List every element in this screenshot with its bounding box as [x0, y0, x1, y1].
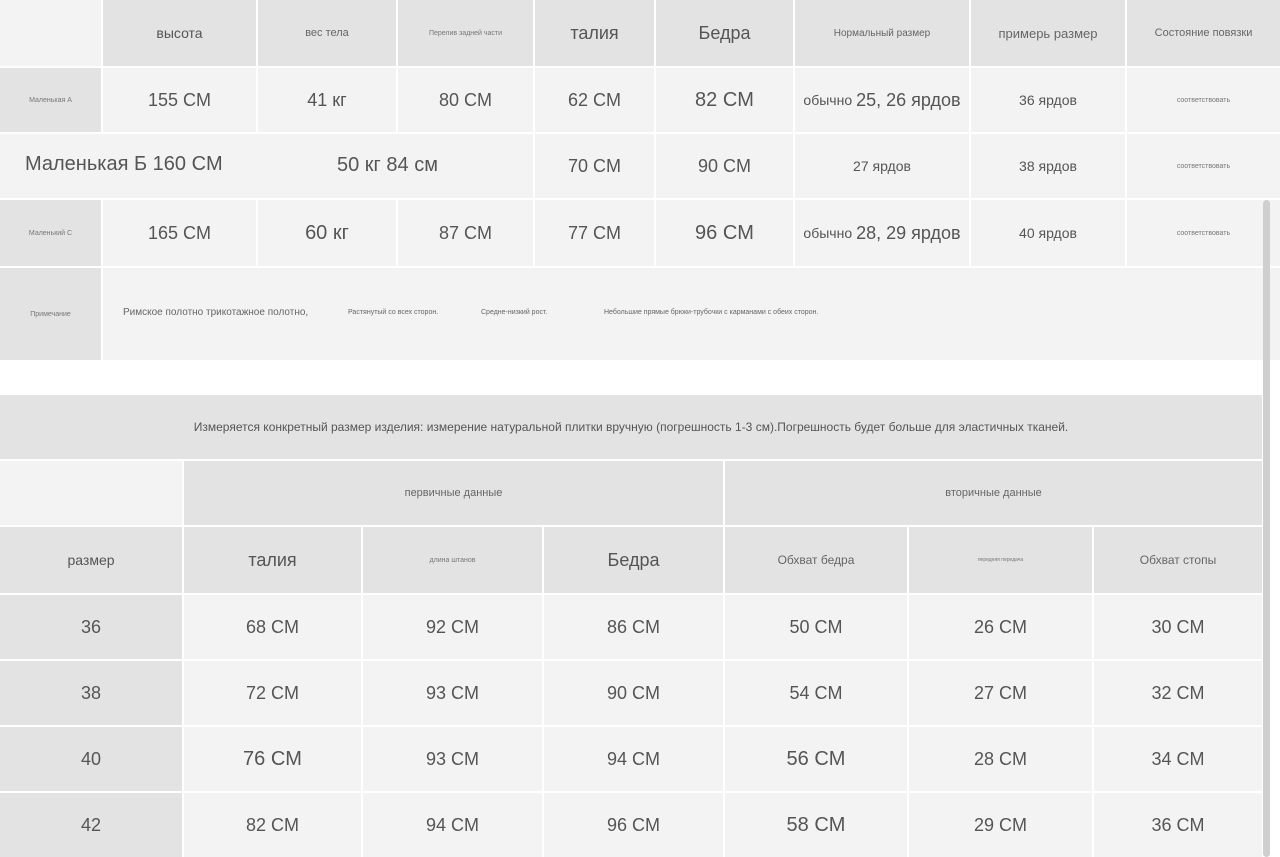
- row-c-normal-size: обычно 28, 29 ярдов: [795, 200, 969, 266]
- col-hips: Бедра: [544, 527, 723, 593]
- row-b-normal-size: 27 ярдов: [795, 134, 969, 198]
- note-style: Небольшие прямые брюки-трубочки с карман…: [604, 309, 819, 316]
- row-a-height: 155 CM: [103, 68, 256, 132]
- group-corner: [0, 461, 182, 525]
- row-a-band: соответствовать: [1127, 68, 1280, 132]
- col-size: размер: [0, 527, 182, 593]
- normal-prefix: обычно: [803, 225, 853, 241]
- corner-cell: [0, 0, 101, 66]
- row-label-b: Маленькая Б 160 CM: [25, 153, 223, 175]
- row-thigh: 50 CM: [725, 595, 907, 659]
- row-length: 94 CM: [363, 793, 542, 857]
- row-size: 36: [0, 595, 182, 659]
- row-c-waist: 77 CM: [535, 200, 654, 266]
- measurement-caption: Измеряется конкретный размер изделия: из…: [0, 395, 1262, 459]
- row-waist: 82 CM: [184, 793, 361, 857]
- normal-prefix: обычно: [803, 92, 853, 108]
- row-c-chest: 87 CM: [398, 200, 533, 266]
- row-waist: 72 CM: [184, 661, 361, 725]
- header-weight: вес тела: [258, 0, 396, 66]
- row-size: 40: [0, 727, 182, 791]
- row-a-chest: 80 CM: [398, 68, 533, 132]
- row-thigh: 54 CM: [725, 661, 907, 725]
- row-foot: 34 CM: [1094, 727, 1262, 791]
- row-c-weight: 60 кг: [258, 200, 396, 266]
- row-hips: 86 CM: [544, 595, 723, 659]
- row-foot: 30 CM: [1094, 595, 1262, 659]
- row-size: 42: [0, 793, 182, 857]
- header-normal-size: Нормальный размер: [795, 0, 969, 66]
- row-a-hips: 82 CM: [656, 68, 793, 132]
- row-waist: 76 CM: [184, 727, 361, 791]
- section-gap: [0, 360, 1262, 394]
- row-thigh: 56 CM: [725, 727, 907, 791]
- row-hips: 96 CM: [544, 793, 723, 857]
- row-b-merged: Маленькая Б 160 CM 50 кг 84 см: [0, 134, 533, 198]
- col-front-rise: передняя передача: [909, 527, 1092, 593]
- note-stretch: Растянутый со всех сторон.: [348, 309, 439, 316]
- row-rise: 26 CM: [909, 595, 1092, 659]
- row-b-fit-size: 38 ярдов: [971, 134, 1125, 198]
- header-hips: Бедра: [656, 0, 793, 66]
- row-hips: 90 CM: [544, 661, 723, 725]
- group-primary: первичные данные: [184, 461, 723, 525]
- row-rise: 28 CM: [909, 727, 1092, 791]
- row-hips: 94 CM: [544, 727, 723, 791]
- row-c-band: соответствовать: [1127, 200, 1280, 266]
- note-fabric: Римское полотно трикотажное полотно,: [123, 307, 309, 318]
- row-size: 38: [0, 661, 182, 725]
- header-band-state: Состояние повязки: [1127, 0, 1280, 66]
- header-chest: Перелив задней части: [398, 0, 533, 66]
- row-c-hips: 96 CM: [656, 200, 793, 266]
- row-c-height: 165 CM: [103, 200, 256, 266]
- header-fit-size: примерь размер: [971, 0, 1125, 66]
- row-waist: 68 CM: [184, 595, 361, 659]
- row-length: 92 CM: [363, 595, 542, 659]
- row-a-waist: 62 CM: [535, 68, 654, 132]
- row-a-fit-size: 36 ярдов: [971, 68, 1125, 132]
- row-thigh: 58 CM: [725, 793, 907, 857]
- normal-value: 25, 26 ярдов: [856, 89, 961, 110]
- col-pants-length: длина штанов: [363, 527, 542, 593]
- row-b-waist: 70 CM: [535, 134, 654, 198]
- row-a-weight: 41 кг: [258, 68, 396, 132]
- row-label-a: Маленькая А: [0, 68, 101, 132]
- normal-value: 28, 29 ярдов: [856, 222, 961, 243]
- row-b-hips: 90 CM: [656, 134, 793, 198]
- row-rise: 29 CM: [909, 793, 1092, 857]
- row-foot: 32 CM: [1094, 661, 1262, 725]
- row-a-normal-size: обычно 25, 26 ярдов: [795, 68, 969, 132]
- row-foot: 36 CM: [1094, 793, 1262, 857]
- note-label: Примечание: [0, 268, 101, 360]
- row-b-weight-chest: 50 кг 84 см: [337, 154, 438, 176]
- group-secondary: вторичные данные: [725, 461, 1262, 525]
- col-thigh: Обхват бедра: [725, 527, 907, 593]
- vertical-scrollbar[interactable]: [1263, 200, 1270, 857]
- header-height: высота: [103, 0, 256, 66]
- row-rise: 27 CM: [909, 661, 1092, 725]
- col-waist: талия: [184, 527, 361, 593]
- row-b-band: соответствовать: [1127, 134, 1280, 198]
- row-length: 93 CM: [363, 661, 542, 725]
- row-length: 93 CM: [363, 727, 542, 791]
- header-waist: талия: [535, 0, 654, 66]
- note-rise: Средне-низкий рост.: [481, 309, 548, 316]
- row-label-c: Маленький C: [0, 200, 101, 266]
- col-foot: Обхват стопы: [1094, 527, 1262, 593]
- row-c-fit-size: 40 ярдов: [971, 200, 1125, 266]
